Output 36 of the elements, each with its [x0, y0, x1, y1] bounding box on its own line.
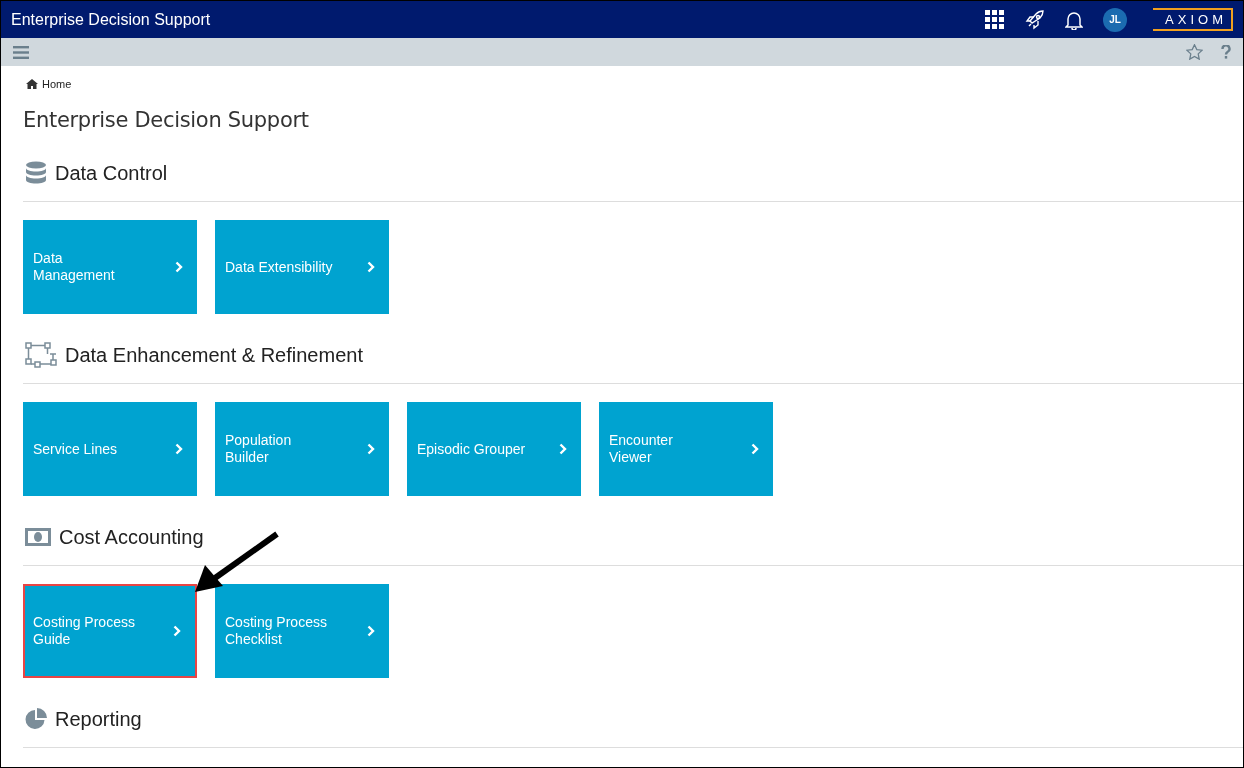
chevron-right-icon: [173, 625, 181, 637]
menu-icon[interactable]: [13, 45, 29, 59]
chevron-right-icon: [559, 443, 567, 455]
notification-bell-icon[interactable]: [1065, 9, 1084, 30]
chevron-right-icon: [367, 261, 375, 273]
navigation-tile[interactable]: Costing Process Checklist: [215, 584, 389, 678]
pie-chart-icon: [25, 708, 47, 730]
banknote-icon: [25, 528, 51, 546]
home-icon[interactable]: [26, 79, 38, 89]
section-heading: Data Control: [55, 161, 168, 185]
chevron-right-icon: [175, 443, 183, 455]
navigation-tile[interactable]: Encounter Viewer: [599, 402, 773, 496]
rocket-icon[interactable]: [1025, 9, 1046, 30]
app-title: Enterprise Decision Support: [11, 10, 212, 29]
axiom-logo: AXIOM: [1153, 8, 1233, 31]
page-title: Enterprise Decision Support: [23, 108, 310, 132]
section-heading: Data Enhancement & Refinement: [65, 343, 363, 367]
user-avatar[interactable]: JL: [1103, 7, 1128, 32]
section-heading: Cost Accounting: [59, 525, 204, 549]
navigation-tile[interactable]: Data Management: [23, 220, 197, 314]
help-icon[interactable]: [1221, 45, 1231, 59]
navigation-tile[interactable]: Population Builder: [215, 402, 389, 496]
chevron-right-icon: [751, 443, 759, 455]
breadcrumb-link[interactable]: Home: [42, 78, 72, 90]
database-icon: [25, 161, 47, 185]
star-icon[interactable]: [1186, 44, 1203, 60]
chevron-right-icon: [175, 261, 183, 273]
chevron-right-icon: [367, 625, 375, 637]
section-heading: Reporting: [55, 707, 142, 731]
diagram-icon: [25, 342, 57, 368]
navigation-tile[interactable]: Service Lines: [23, 402, 197, 496]
app-grid-icon[interactable]: [985, 9, 1006, 30]
chevron-right-icon: [367, 443, 375, 455]
navigation-tile[interactable]: Episodic Grouper: [407, 402, 581, 496]
navigation-tile[interactable]: Data Extensibility: [215, 220, 389, 314]
navigation-tile[interactable]: Costing Process Guide: [23, 584, 197, 678]
